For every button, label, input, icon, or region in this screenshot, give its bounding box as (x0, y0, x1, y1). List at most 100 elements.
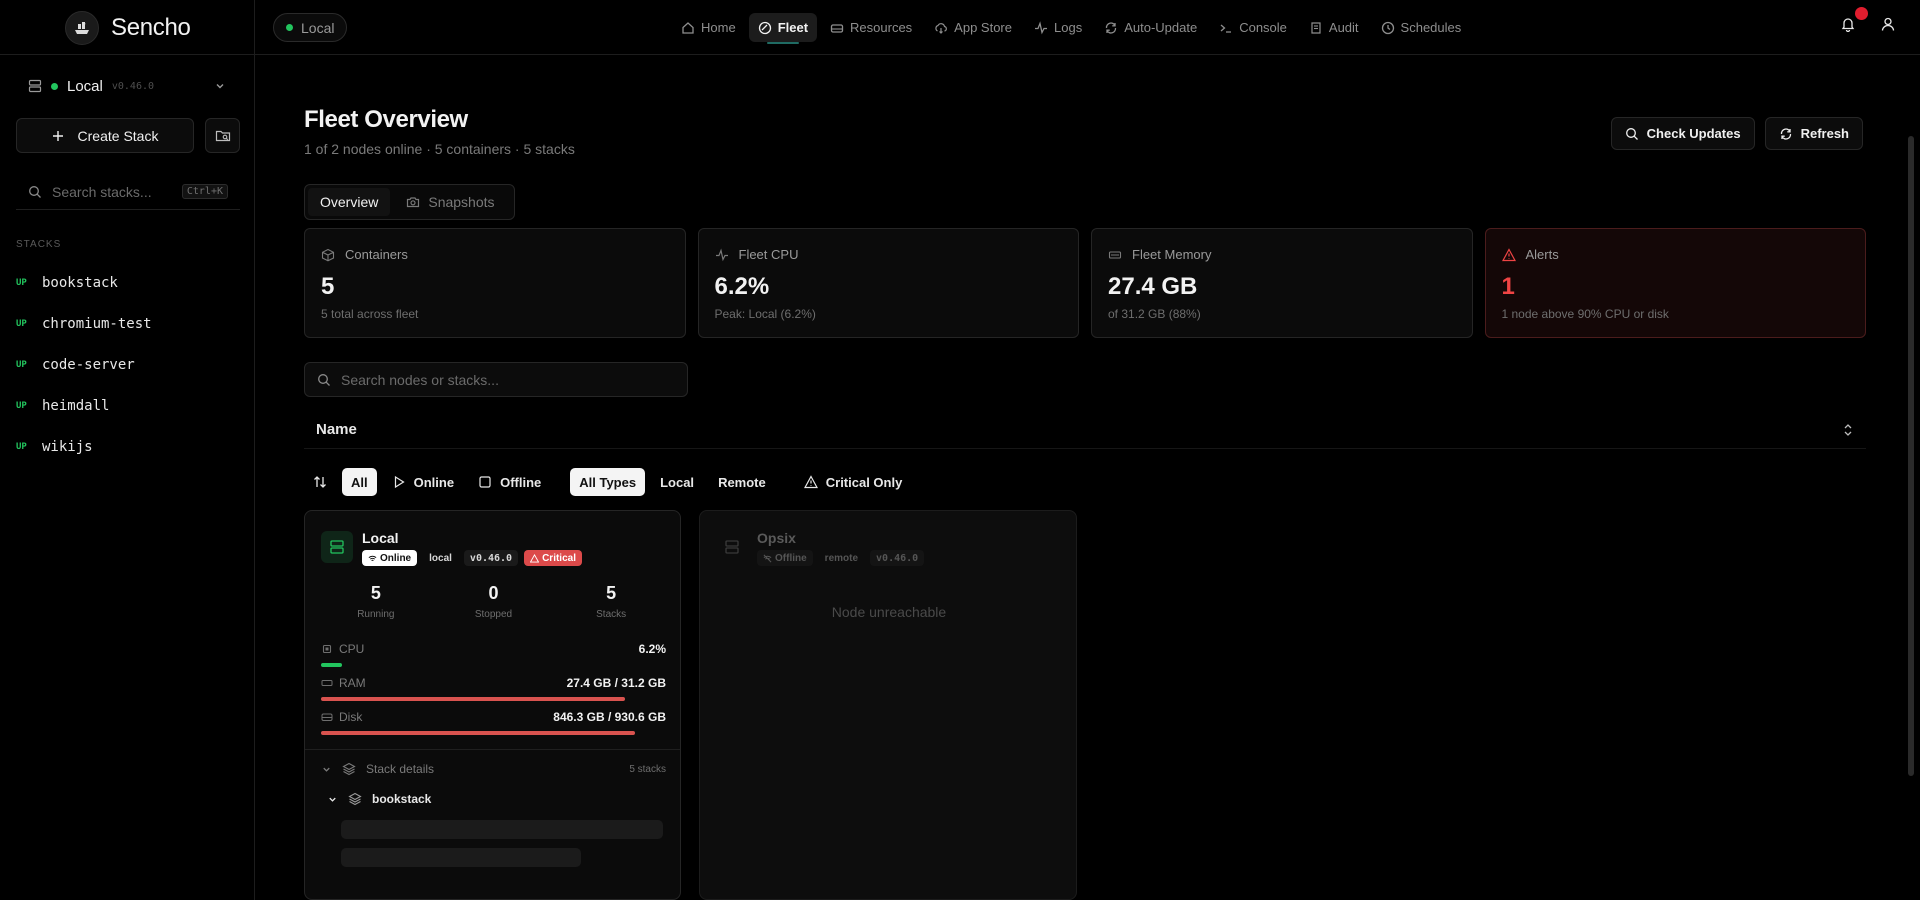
stack-status: UP (16, 318, 27, 329)
tab-overview[interactable]: Overview (308, 188, 391, 216)
ram-metric: RAM 27.4 GB / 31.2 GB (321, 676, 666, 701)
scroll-icon (1311, 21, 1321, 34)
main-nav: Home Fleet Resources App Store Logs Auto… (672, 13, 1471, 44)
activity-icon (1035, 20, 1047, 34)
nav-console[interactable]: Console (1210, 13, 1296, 42)
disk-usage-bar (321, 731, 635, 735)
stat-card-cpu: Fleet CPU 6.2% Peak: Local (6.2%) (697, 228, 1079, 338)
refresh-label: Refresh (1800, 126, 1849, 141)
nav-auto-update[interactable]: Auto-Update (1095, 13, 1206, 42)
stat-label: Fleet Memory (1132, 247, 1212, 262)
user-menu-button[interactable] (1880, 16, 1896, 32)
sort-arrows-icon (314, 476, 326, 488)
nav-resources-label: Resources (850, 20, 913, 35)
stat-card-alerts: Alerts 1 1 node above 90% CPU or disk (1484, 228, 1866, 338)
stat-value: 5 (321, 273, 335, 300)
fleet-icon (758, 21, 771, 34)
node-card-local[interactable]: Local Online local v0.46.0 Critical 5 Ru… (304, 510, 681, 900)
stack-item-chromium-test[interactable]: UP chromium-test (16, 303, 240, 344)
stacks-value: 5 (606, 583, 617, 603)
filter-online[interactable]: Online (383, 468, 463, 496)
filter-offline[interactable]: Offline (469, 468, 550, 496)
filter-local[interactable]: Local (651, 468, 703, 496)
stat-label: Alerts (1525, 247, 1559, 262)
nav-fleet[interactable]: Fleet (748, 13, 818, 44)
refresh-button[interactable]: Refresh (1764, 117, 1863, 150)
stack-item-code-server[interactable]: UP code-server (16, 344, 240, 385)
notifications-button[interactable] (1840, 7, 1868, 32)
node-name: Local (67, 77, 103, 95)
cpu-label: CPU (339, 642, 365, 656)
chevron-down-icon (216, 84, 224, 89)
tab-snapshots[interactable]: Snapshots (394, 188, 506, 216)
nav-resources[interactable]: Resources (821, 13, 921, 42)
nav-home[interactable]: Home (672, 13, 745, 42)
terminal-icon (1220, 24, 1232, 33)
stop-icon (479, 476, 491, 488)
server-icon (321, 531, 353, 563)
filter-all[interactable]: All (342, 468, 377, 496)
node-version: v0.46.0 (111, 80, 155, 92)
stack-item-heimdall[interactable]: UP heimdall (16, 385, 240, 426)
node-online-dot (51, 82, 58, 90)
import-folder-button[interactable] (205, 118, 240, 153)
nav-app-store[interactable]: App Store (925, 13, 1021, 42)
stack-details: Stack details 5 stacks bookstack (305, 749, 680, 879)
stack-details-toggle[interactable]: Stack details 5 stacks (321, 762, 666, 776)
play-icon (394, 475, 405, 489)
stat-value: 27.4 GB (1108, 273, 1198, 300)
node-selector[interactable]: Local v0.46.0 (18, 67, 236, 105)
camera-icon (407, 197, 420, 208)
filter-critical-only[interactable]: Critical Only (795, 468, 912, 496)
nav-logs[interactable]: Logs (1025, 13, 1091, 42)
stack-row-bookstack[interactable]: bookstack (321, 792, 666, 806)
filter-all-types[interactable]: All Types (570, 468, 646, 496)
cpu-usage-bar (321, 663, 343, 667)
stat-subtext: of 31.2 GB (88%) (1108, 307, 1201, 321)
page-scrollbar[interactable] (1908, 136, 1914, 776)
cpu-value: 6.2% (638, 642, 666, 656)
active-node-pill[interactable]: Local (273, 13, 348, 42)
stack-name: bookstack (42, 274, 118, 291)
notification-badge (1855, 7, 1868, 20)
stack-details-count: 5 stacks (629, 763, 666, 775)
stopped-label: Stopped (474, 609, 513, 620)
brand[interactable]: Sencho (65, 11, 191, 45)
version-badge: v0.46.0 (870, 550, 925, 566)
node-search-input[interactable]: Search nodes or stacks... (304, 362, 688, 397)
filter-bar: All Online Offline All Types Local Remot… (304, 462, 911, 502)
wifi-off-icon (763, 554, 772, 562)
stack-item-bookstack[interactable]: UP bookstack (16, 262, 240, 303)
node-card-opsix[interactable]: Opsix Offline remote v0.46.0 Node unreac… (699, 510, 1077, 900)
nav-audit[interactable]: Audit (1300, 13, 1368, 42)
stack-search-input[interactable]: Search stacks... Ctrl+K (16, 174, 240, 210)
chevron-down-icon (323, 767, 330, 772)
nav-schedules[interactable]: Schedules (1372, 13, 1471, 42)
check-updates-button[interactable]: Check Updates (1610, 117, 1755, 150)
stat-label: Containers (345, 247, 408, 262)
stack-status: UP (16, 441, 27, 452)
search-shortcut-hint: Ctrl+K (181, 184, 228, 199)
type-badge: remote (824, 552, 859, 564)
brand-logo-icon (65, 11, 99, 45)
sort-value: Name (316, 421, 357, 438)
ram-usage-bar (321, 697, 625, 701)
filter-remote[interactable]: Remote (709, 468, 775, 496)
stopped-value: 0 (488, 583, 499, 603)
refresh-icon (1780, 127, 1791, 140)
user-icon (1881, 17, 1895, 31)
filter-online-label: Online (413, 474, 455, 490)
stat-subtext: 5 total across fleet (321, 307, 419, 321)
sort-direction-button[interactable] (304, 468, 336, 496)
create-stack-button[interactable]: Create Stack (16, 118, 194, 153)
view-tabs: Overview Snapshots (304, 184, 515, 220)
cpu-metric: CPU 6.2% (321, 642, 666, 667)
server-icon (716, 531, 748, 563)
stack-item-wikijs[interactable]: UP wikijs (16, 426, 240, 467)
sort-select[interactable]: Name (304, 411, 1866, 449)
stat-subtext: 1 node above 90% CPU or disk (1501, 307, 1669, 321)
page-title: Fleet Overview (304, 106, 468, 133)
disk-label: Disk (339, 710, 363, 724)
stat-label: Fleet CPU (738, 247, 799, 262)
ram-value: 27.4 GB / 31.2 GB (566, 676, 666, 690)
